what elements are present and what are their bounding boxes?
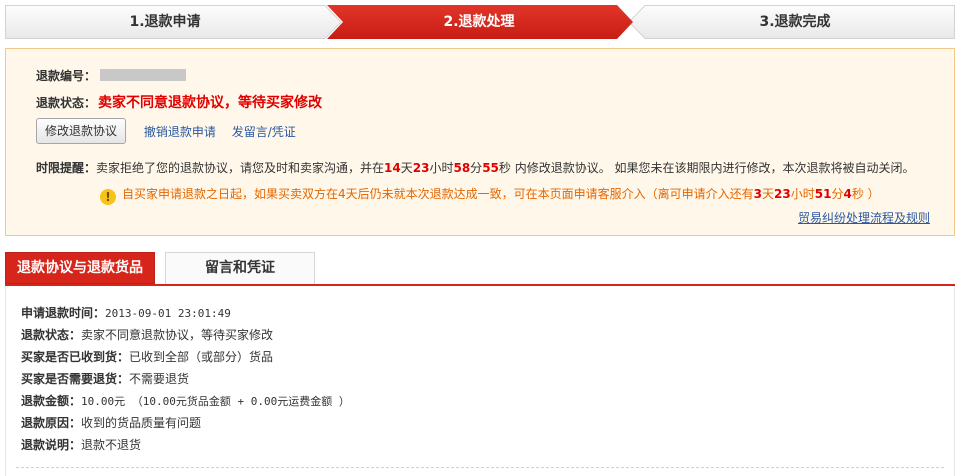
amount-value: 10.00元 （10.00元货品金额 + 0.00元运费金额 ） — [81, 395, 350, 408]
refund-status-label: 退款状态： — [36, 96, 97, 110]
warning-seconds-unit: 秒 — [851, 187, 864, 201]
refund-status-value: 卖家不同意退款协议，等待买家修改 — [98, 95, 323, 111]
deadline-text-after: 内修改退款协议。 如果您未在该期限内进行修改，本次退款将被自动关闭。 — [510, 161, 915, 175]
detail-status-label: 退款状态： — [21, 328, 82, 342]
detail-reason: 退款原因：收到的货品质量有问题 — [21, 414, 201, 431]
deadline-reminder: 时限提醒：卖家拒绝了您的退款协议，请您及时和卖家沟通，并在14天23小时58分5… — [36, 159, 915, 176]
deadline-days: 14 — [384, 161, 401, 175]
refund-status-row: 退款状态： 卖家不同意退款协议，等待买家修改 — [36, 92, 322, 112]
tab-messages-evidence[interactable]: 留言和凭证 — [165, 252, 315, 284]
refund-number-redacted — [100, 69, 187, 81]
deadline-seconds-unit: 秒 — [498, 161, 511, 175]
warning-text-after: ） — [863, 187, 880, 201]
detail-status: 退款状态：卖家不同意退款协议，等待买家修改 — [21, 326, 273, 343]
deadline-hours-unit: 小时 — [429, 161, 454, 175]
reason-value: 收到的货品质量有问题 — [81, 416, 202, 430]
warning-minutes-unit: 分 — [831, 187, 844, 201]
detail-apply-time: 申请退款时间：2013-09-01 23:01:49 — [21, 304, 231, 321]
refund-progress-steps: 1.退款申请 2.退款处理 3.退款完成 — [5, 5, 955, 39]
deadline-days-unit: 天 — [400, 161, 413, 175]
refund-notice-panel: 退款编号： 退款状态： 卖家不同意退款协议，等待买家修改 修改退款协议 撤销退款申… — [5, 48, 955, 236]
intervention-warning: ! 自买家申请退款之日起，如果买卖双方在4天后仍未就本次退款达成一致，可在本页面申… — [100, 185, 880, 205]
apply-time-label: 申请退款时间： — [21, 306, 106, 320]
need-return-value: 不需要退货 — [129, 372, 190, 386]
warning-minutes: 51 — [814, 187, 832, 201]
step-processing-current: 2.退款处理 — [443, 14, 515, 30]
warning-text-before: 自买家申请退款之日起，如果买卖双方在4天后仍未就本次退款达成一致，可在本页面申请… — [122, 187, 754, 201]
detail-need-return: 买家是否需要退货：不需要退货 — [21, 370, 189, 387]
received-value: 已收到全部（或部分）货品 — [129, 350, 274, 364]
divider — [16, 467, 944, 468]
leave-message-link[interactable]: 发留言/凭证 — [232, 125, 296, 139]
amount-label: 退款金额： — [21, 394, 82, 408]
deadline-seconds: 55 — [482, 161, 499, 175]
warning-days-unit: 天 — [762, 187, 775, 201]
deadline-label: 时限提醒： — [36, 161, 97, 175]
reason-label: 退款原因： — [21, 416, 82, 430]
warning-hours: 23 — [774, 187, 791, 201]
refund-details-panel: 申请退款时间：2013-09-01 23:01:49 退款状态：卖家不同意退款协… — [5, 286, 955, 476]
refund-number-row: 退款编号： — [36, 67, 187, 84]
description-value: 退款不退货 — [81, 438, 142, 452]
warning-days: 3 — [753, 187, 762, 201]
detail-tabs: 退款协议与退款货品 留言和凭证 — [5, 252, 955, 286]
warning-seconds: 4 — [843, 187, 852, 201]
detail-amount: 退款金额：10.00元 （10.00元货品金额 + 0.00元运费金额 ） — [21, 392, 350, 409]
dispute-rules-link[interactable]: 贸易纠纷处理流程及规则 — [798, 209, 930, 226]
deadline-minutes-unit: 分 — [470, 161, 483, 175]
deadline-text-before: 卖家拒绝了您的退款协议，请您及时和卖家沟通，并在 — [96, 161, 385, 175]
detail-received: 买家是否已收到货：已收到全部（或部分）货品 — [21, 348, 273, 365]
modify-refund-agreement-button[interactable]: 修改退款协议 — [36, 118, 127, 144]
cancel-refund-link[interactable]: 撤销退款申请 — [144, 125, 216, 139]
received-label: 买家是否已收到货： — [21, 350, 130, 364]
description-label: 退款说明： — [21, 438, 82, 452]
refund-actions-row: 修改退款协议 撤销退款申请 发留言/凭证 — [36, 118, 296, 144]
exclamation-icon: ! — [100, 189, 116, 205]
deadline-hours: 23 — [412, 161, 430, 175]
refund-number-label: 退款编号： — [36, 69, 97, 83]
detail-status-value: 卖家不同意退款协议，等待买家修改 — [81, 328, 274, 342]
step-complete: 3.退款完成 — [759, 14, 831, 30]
detail-description: 退款说明：退款不退货 — [21, 436, 141, 453]
tab-refund-agreement[interactable]: 退款协议与退款货品 — [5, 252, 155, 284]
need-return-label: 买家是否需要退货： — [21, 372, 130, 386]
deadline-minutes: 58 — [453, 161, 471, 175]
apply-time-value: 2013-09-01 23:01:49 — [105, 307, 231, 320]
warning-hours-unit: 小时 — [790, 187, 815, 201]
step-apply: 1.退款申请 — [129, 14, 201, 30]
